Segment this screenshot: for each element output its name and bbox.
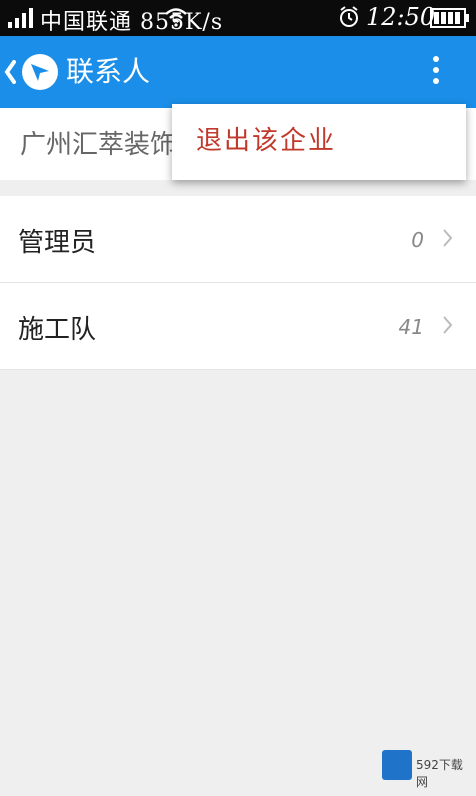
menu-item-label: 退出该企业: [196, 126, 337, 156]
app-logo: [22, 54, 58, 90]
watermark-logo-icon: [382, 750, 412, 780]
action-bar: 联系人: [0, 36, 476, 108]
clock-time: 12:50: [366, 3, 436, 31]
company-name: 广州汇萃装饰: [20, 130, 177, 160]
menu-item-leave-company[interactable]: 退出该企业: [172, 104, 466, 180]
more-dot-icon: [433, 56, 439, 62]
group-label: 施工队: [18, 315, 97, 345]
alarm-icon: [338, 6, 360, 32]
group-label: 管理员: [18, 228, 97, 258]
member-count: 41: [398, 315, 424, 339]
status-bar: 中国联通 855K/s 12:50: [0, 0, 476, 36]
watermark: 592下载网: [376, 746, 472, 789]
carrier-label: 中国联通 855K/s: [40, 10, 224, 35]
more-dot-icon: [433, 78, 439, 84]
list-item-construction-team[interactable]: 施工队 41: [0, 283, 476, 370]
chevron-left-icon: [4, 60, 16, 84]
wifi-icon: [164, 7, 188, 31]
watermark-text: 592下载网: [416, 758, 463, 789]
battery-icon: [430, 8, 470, 32]
overflow-menu-button[interactable]: [426, 56, 446, 90]
chevron-right-icon: [443, 316, 453, 334]
more-dot-icon: [433, 67, 439, 73]
chevron-right-icon: [443, 229, 453, 247]
paper-plane-icon: [31, 64, 49, 81]
signal-icon: [8, 8, 36, 32]
member-count: 0: [411, 228, 424, 252]
popup-menu: 退出该企业: [172, 104, 466, 180]
page-title: 联系人: [66, 55, 151, 88]
list-item-admins[interactable]: 管理员 0: [0, 196, 476, 283]
back-button[interactable]: [2, 58, 18, 86]
